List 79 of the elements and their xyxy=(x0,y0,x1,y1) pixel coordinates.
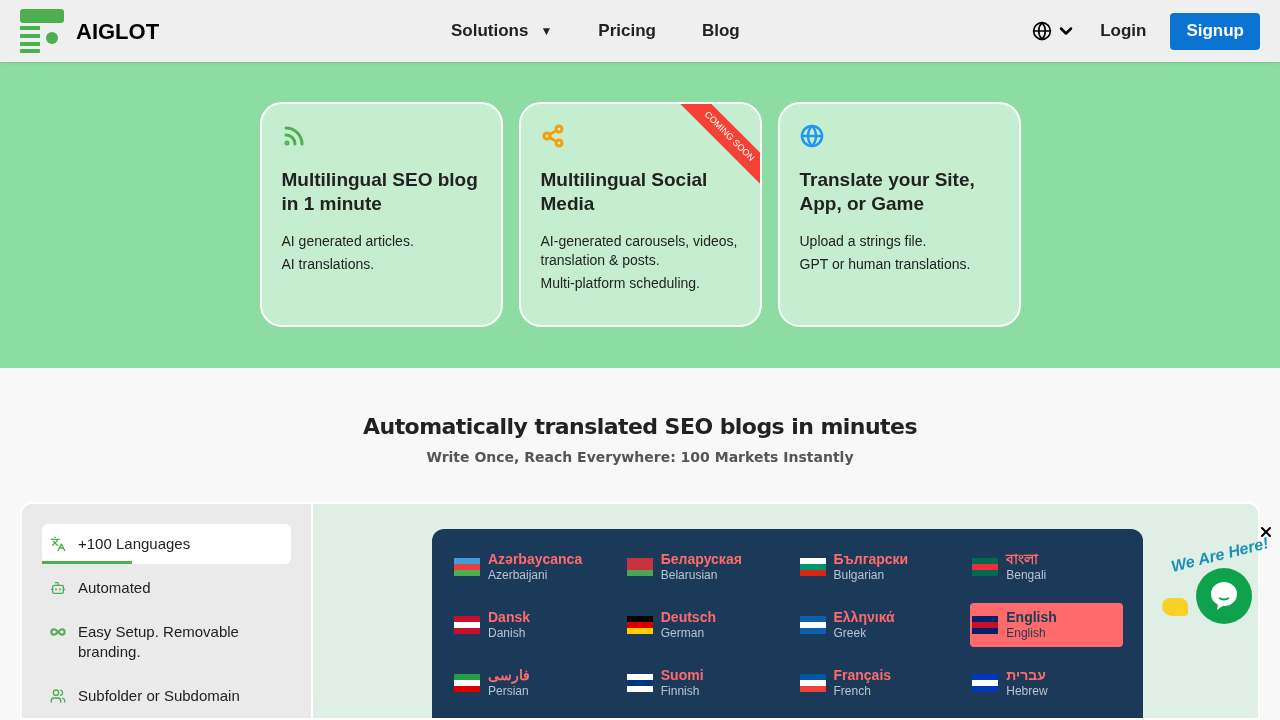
flag-icon xyxy=(972,616,999,634)
english-name: English xyxy=(1006,625,1047,641)
native-name: বাংলা xyxy=(1006,551,1040,567)
native-name: فارسی xyxy=(488,667,530,683)
card-title: Multilingual SEO blog in 1 minute xyxy=(281,168,479,216)
english-name: German xyxy=(660,625,706,641)
feature-tab[interactable]: +100 Languages xyxy=(42,524,291,564)
english-name: Bulgarian xyxy=(833,567,886,583)
feature-card[interactable]: Translate your Site, App, or Game Upload a strings file. GPT or human translations. xyxy=(777,102,1021,327)
native-name: Български xyxy=(833,551,909,567)
native-name: Français xyxy=(833,667,892,683)
language-option[interactable]: Dansk Danish xyxy=(452,603,605,647)
feature-tab[interactable]: Easy Setup. Removable branding. xyxy=(42,612,291,672)
share-icon xyxy=(540,124,565,148)
language-option[interactable]: Беларуская Belarusian xyxy=(624,545,778,589)
feature-card[interactable]: Multilingual SEO blog in 1 minute AI generated articles. AI translations. xyxy=(259,102,503,327)
globe-icon xyxy=(1032,21,1053,41)
card-text: AI-generated carousels, videos, translation & posts. xyxy=(540,232,739,270)
native-name: Suomi xyxy=(660,667,704,683)
login-link[interactable]: Login xyxy=(1100,18,1147,44)
translate-icon xyxy=(50,536,66,552)
flag-icon xyxy=(454,558,480,576)
card-text: AI translations. xyxy=(281,255,376,274)
card-text: GPT or human translations. xyxy=(799,255,972,274)
section-subtitle: Write Once, Reach Everywhere: 100 Markets Instantly xyxy=(426,448,854,467)
native-name: עברית xyxy=(1006,667,1047,683)
language-option[interactable]: Ελληνικά Greek xyxy=(797,603,951,647)
flag-icon xyxy=(799,616,826,634)
signup-button[interactable]: Signup xyxy=(1170,12,1260,50)
english-name: Danish xyxy=(488,625,527,641)
flag-icon xyxy=(799,674,826,692)
flag-icon xyxy=(972,558,999,576)
feature-tab[interactable]: Subfolder or Subdomain xyxy=(42,676,291,716)
english-name: Belarusian xyxy=(660,567,719,583)
flag-icon xyxy=(454,674,480,692)
flag-icon xyxy=(626,674,653,692)
english-name: French xyxy=(833,683,872,699)
robot-icon xyxy=(50,580,66,596)
we-are-here-tagline: We Are Here! xyxy=(1168,533,1271,577)
card-title: Multilingual Social Media xyxy=(540,168,709,216)
flag-icon xyxy=(799,558,826,576)
flag-icon xyxy=(626,616,653,634)
language-option[interactable]: Suomi Finnish xyxy=(624,661,778,705)
language-option[interactable]: Azərbaycanca Azerbaijani xyxy=(452,545,605,589)
flag-icon xyxy=(626,558,653,576)
native-name: Ελληνικά xyxy=(833,609,895,625)
flag-icon xyxy=(972,674,999,692)
users-icon xyxy=(50,688,66,704)
globe-icon xyxy=(799,124,824,148)
language-option[interactable]: English English xyxy=(970,603,1123,647)
nav-link[interactable]: Solutions ▼ xyxy=(451,18,553,44)
dropdown-caret: ▼ xyxy=(540,23,553,40)
native-name: English xyxy=(1006,609,1057,625)
english-name: Hebrew xyxy=(1006,683,1048,699)
native-name: Dansk xyxy=(488,609,531,625)
native-name: Azərbaycanca xyxy=(488,551,583,567)
flag-icon xyxy=(454,616,480,634)
native-name: Беларуская xyxy=(660,551,742,567)
nav-link[interactable]: Pricing xyxy=(598,18,656,44)
card-text: Multi-platform scheduling. xyxy=(540,274,701,293)
nav-link[interactable]: Blog xyxy=(701,18,740,44)
logo-wordmark: AIGLOT xyxy=(76,17,160,46)
chat-bubble-icon xyxy=(1211,582,1237,610)
english-name: Azerbaijani xyxy=(488,567,549,583)
english-name: Bengali xyxy=(1006,567,1047,583)
language-option[interactable]: বাংলা Bengali xyxy=(970,545,1123,589)
feature-tab[interactable]: Automated xyxy=(42,568,291,608)
language-option[interactable]: Deutsch German xyxy=(624,603,778,647)
language-option[interactable]: Български Bulgarian xyxy=(797,545,951,589)
card-text: AI generated articles. xyxy=(281,232,415,251)
card-text: Upload a strings file. xyxy=(799,232,928,251)
native-name: Deutsch xyxy=(660,609,716,625)
english-name: Greek xyxy=(833,625,868,641)
english-name: Finnish xyxy=(660,683,701,699)
english-name: Persian xyxy=(488,684,530,699)
section-title: Automatically translated SEO blogs in minutes xyxy=(363,413,917,441)
logo-icon xyxy=(20,9,64,53)
language-option[interactable]: Français French xyxy=(797,661,951,705)
card-title: Translate your Site, App, or Game xyxy=(799,168,976,216)
